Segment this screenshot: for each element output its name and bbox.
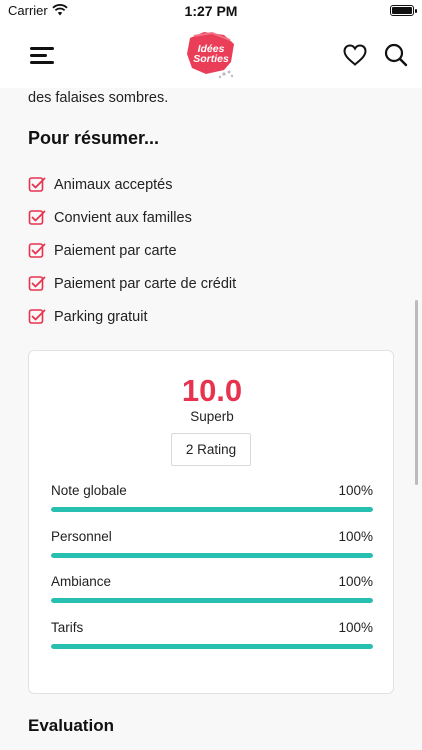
progress-track <box>51 552 373 558</box>
rating-label: Superb <box>190 409 234 424</box>
checkbox-check-icon <box>28 209 46 225</box>
feature-item: Paiement par carte <box>28 234 236 267</box>
feature-list: Animaux acceptés Convient aux familles P… <box>28 168 236 333</box>
progress-bar <box>51 598 373 603</box>
criterion-label: Note globale <box>51 483 127 498</box>
search-icon[interactable] <box>384 43 408 67</box>
checkbox-check-icon <box>28 308 46 324</box>
status-bar: Carrier 1:27 PM <box>0 0 422 22</box>
rating-card: 10.0 Superb 2 Rating Note globale 100% P… <box>28 350 394 694</box>
app-header: Idées Sorties <box>0 22 422 88</box>
checkbox-check-icon <box>28 275 46 291</box>
feature-item: Animaux acceptés <box>28 168 236 201</box>
feature-label: Convient aux familles <box>54 209 192 226</box>
feature-label: Paiement par carte <box>54 242 177 259</box>
criterion-percent: 100% <box>338 574 373 589</box>
summary-title: Pour résumer... <box>28 128 160 148</box>
criterion-label: Tarifs <box>51 619 84 635</box>
feature-item: Parking gratuit <box>28 300 236 333</box>
rating-score: 10.0 <box>181 373 243 408</box>
criterion-row: Note globale 100% <box>51 483 373 529</box>
app-logo[interactable]: Idées Sorties <box>184 30 238 80</box>
criterion-row: Ambiance 100% <box>51 574 373 620</box>
menu-button[interactable] <box>30 46 54 64</box>
feature-label: Paiement par carte de crédit <box>54 275 237 292</box>
criterion-percent: 100% <box>338 528 373 544</box>
feature-item: Paiement par carte de crédit <box>28 267 236 300</box>
feature-item: Convient aux familles <box>28 201 236 234</box>
progress-track <box>51 507 373 512</box>
menu-icon-line <box>30 47 54 50</box>
progress-bar <box>51 643 373 649</box>
criterion-percent: 100% <box>338 483 373 498</box>
progress-bar <box>51 507 373 512</box>
evaluation-title: Evaluation <box>28 716 114 735</box>
scrollbar[interactable] <box>415 300 418 485</box>
description-tail: des falaises sombres. <box>28 90 169 106</box>
criterion-row: Personnel 100% <box>51 529 373 575</box>
criterion-row: Tarifs 100% <box>51 620 373 666</box>
heart-icon[interactable] <box>342 43 368 67</box>
checkbox-check-icon <box>28 242 46 258</box>
criterion-label: Ambiance <box>51 574 112 589</box>
rating-criteria: Note globale 100% Personnel 100% Ambianc… <box>51 483 373 665</box>
checkbox-check-icon <box>28 176 46 192</box>
logo-text: Idées Sorties <box>193 43 229 65</box>
menu-icon-line <box>30 61 54 64</box>
feature-label: Animaux acceptés <box>54 176 173 193</box>
progress-track <box>51 643 373 649</box>
battery-icon <box>390 5 417 16</box>
criterion-percent: 100% <box>338 619 373 635</box>
progress-track <box>51 598 373 603</box>
criterion-label: Personnel <box>51 528 112 544</box>
rating-count-button[interactable]: 2 Rating <box>171 433 251 466</box>
progress-bar <box>51 552 373 558</box>
feature-label: Parking gratuit <box>54 308 148 325</box>
clock: 1:27 PM <box>184 3 238 19</box>
menu-icon-line <box>30 54 47 57</box>
